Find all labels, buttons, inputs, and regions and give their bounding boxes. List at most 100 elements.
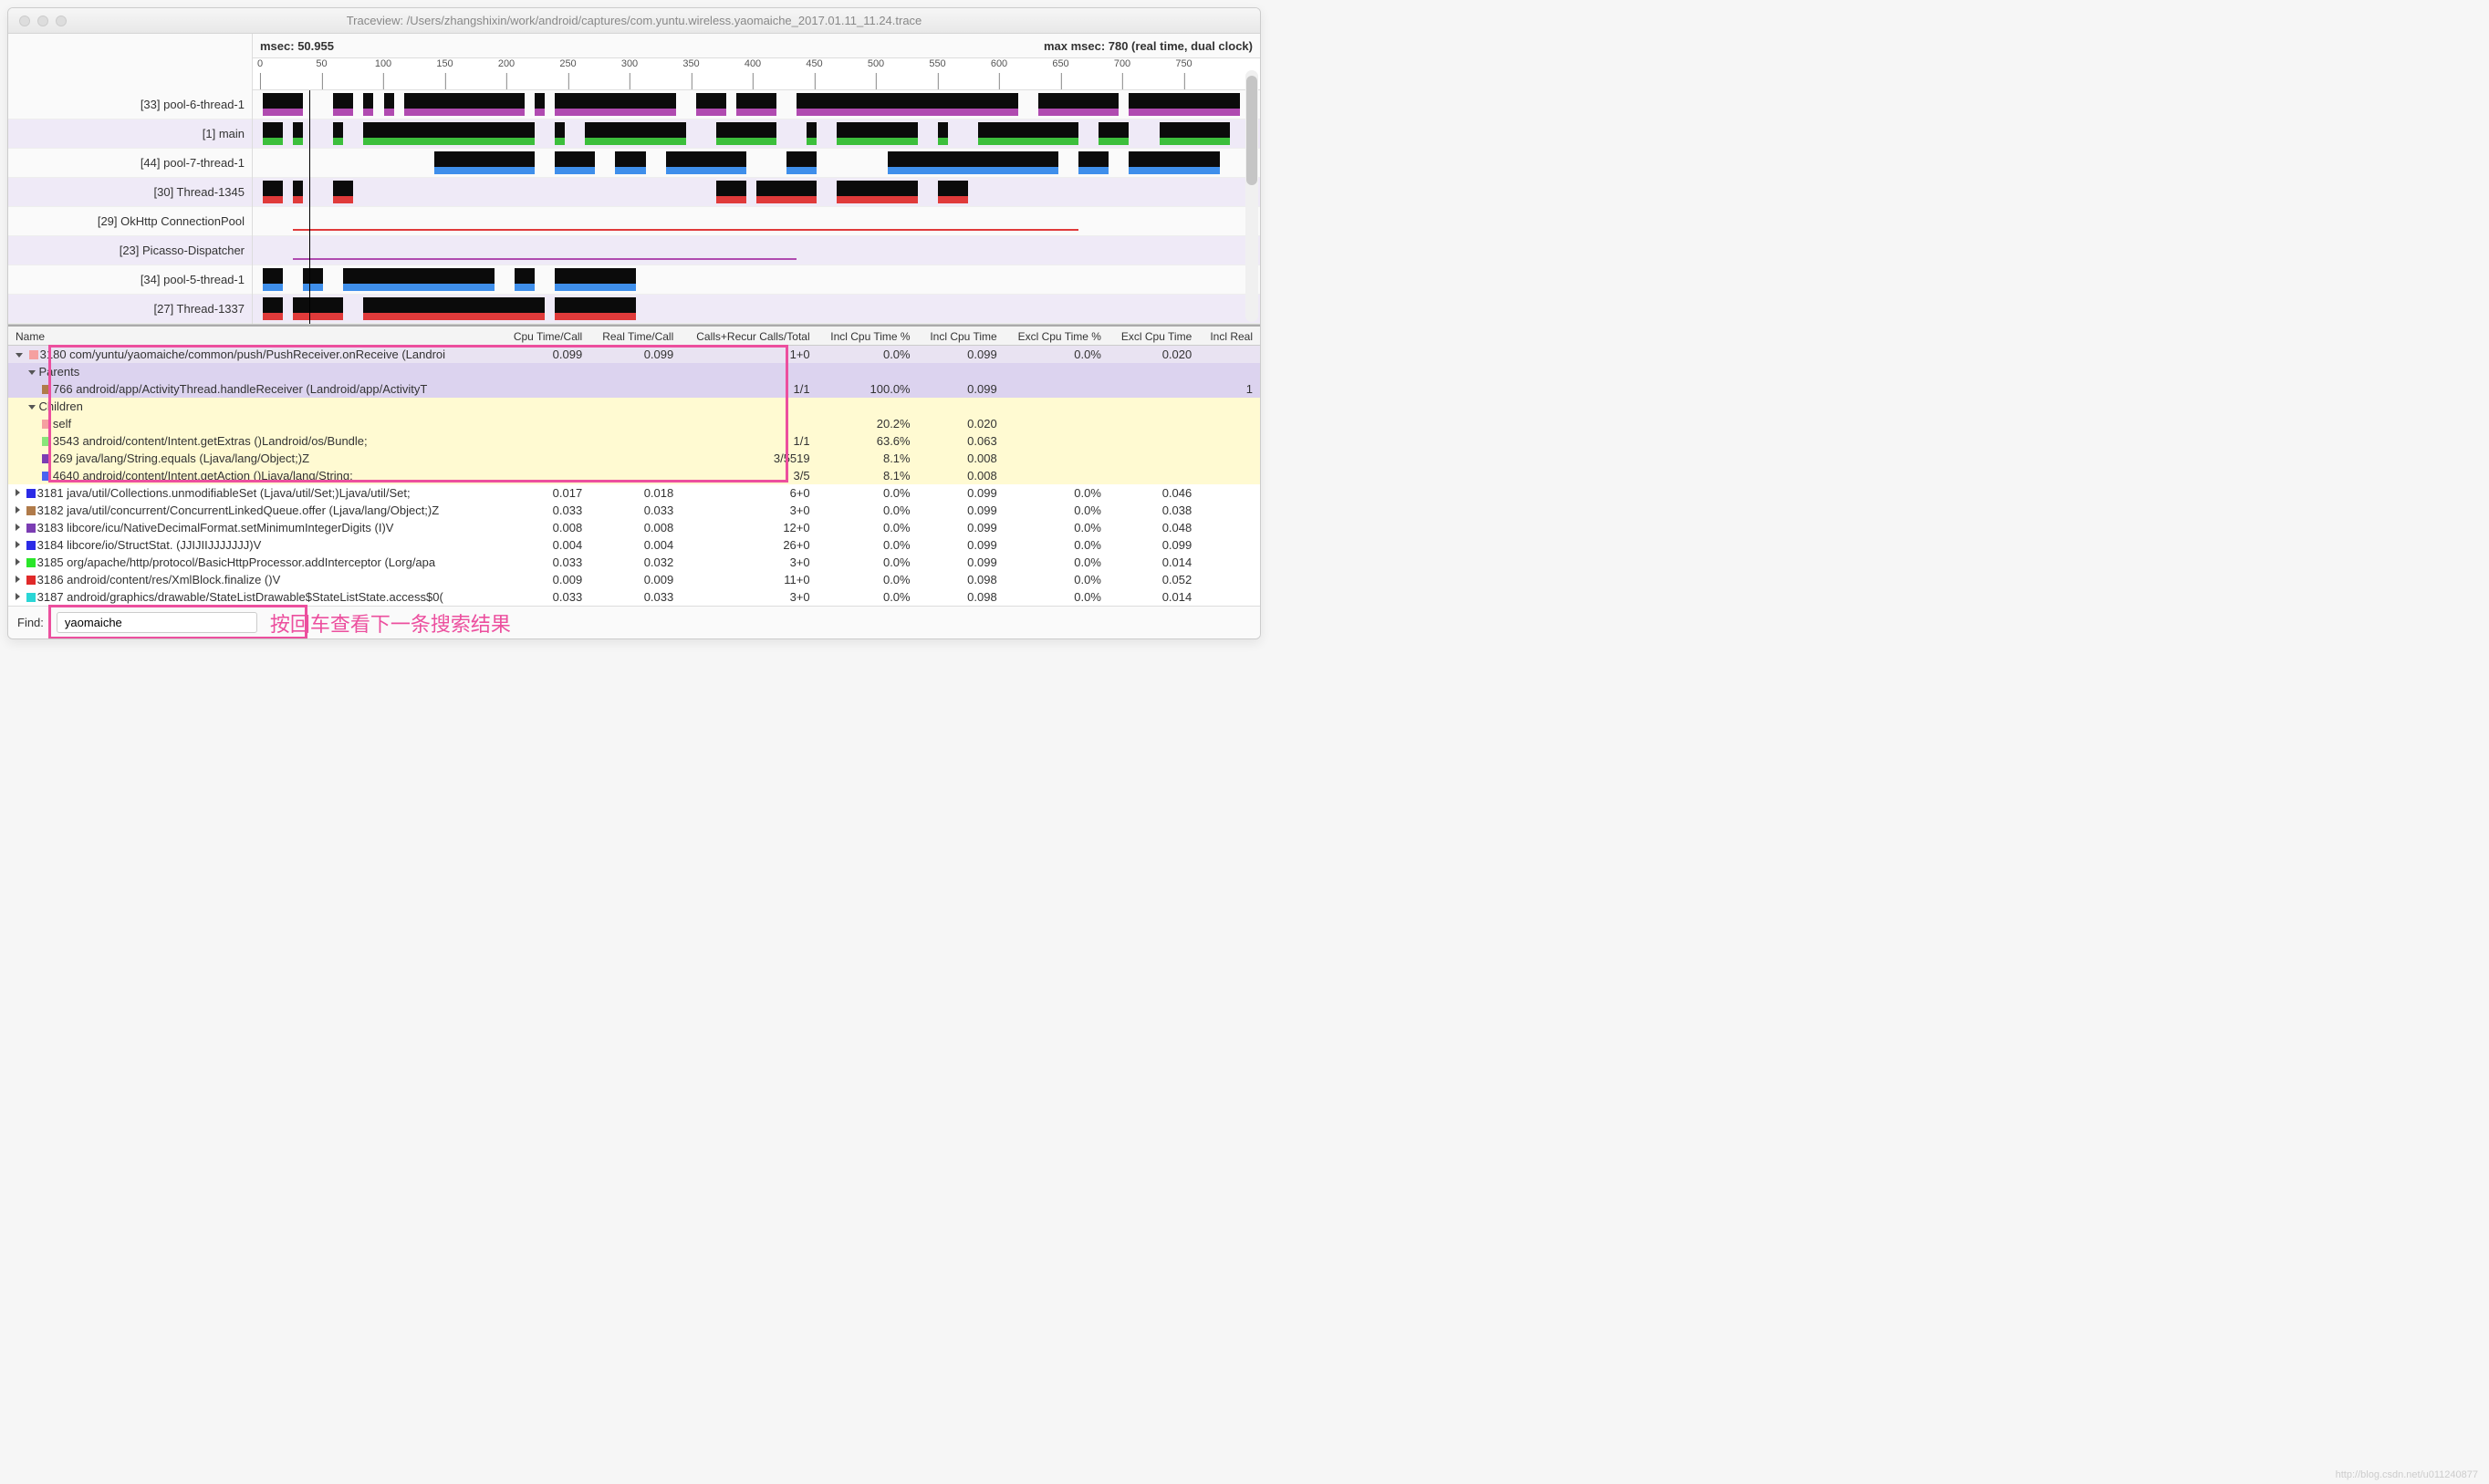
column-header[interactable]: Calls+Recur Calls/Total: [681, 327, 817, 346]
scrollbar-thumb[interactable]: [1246, 76, 1257, 185]
thread-label-column: [33] pool-6-thread-1[1] main[44] pool-7-…: [8, 34, 253, 324]
trace-bar-detail: [333, 196, 353, 203]
thread-label[interactable]: [29] OkHttp ConnectionPool: [8, 207, 252, 236]
table-row[interactable]: 3543 android/content/Intent.getExtras ()…: [8, 432, 1260, 450]
table-row[interactable]: 3182 java/util/concurrent/ConcurrentLink…: [8, 502, 1260, 519]
trace-bar-detail: [1160, 138, 1230, 145]
max-msec-readout: max msec: 780 (real time, dual clock): [1044, 39, 1253, 53]
trace-bar-detail: [343, 284, 495, 291]
table-row[interactable]: 766 android/app/ActivityThread.handleRec…: [8, 380, 1260, 398]
table-row[interactable]: 3186 android/content/res/XmlBlock.finali…: [8, 571, 1260, 588]
table-row[interactable]: 3184 libcore/io/StructStat. (JJIJIIJJJJJ…: [8, 536, 1260, 554]
ruler-tick: 300: [621, 58, 638, 69]
ruler-tick: 700: [1114, 58, 1130, 69]
trace-bar-detail: [263, 284, 283, 291]
ruler-tick: 350: [682, 58, 699, 69]
find-bar: Find: 按回车查看下一条搜索结果: [8, 606, 1260, 638]
column-header[interactable]: Excl Cpu Time %: [1005, 327, 1109, 346]
trace-bar-detail: [555, 138, 565, 145]
column-header[interactable]: Real Time/Call: [589, 327, 681, 346]
timeline-scrollbar[interactable]: [1245, 70, 1258, 322]
timeline-row[interactable]: [253, 236, 1260, 265]
trace-bar-detail: [1129, 167, 1219, 174]
find-caption: 按回车查看下一条搜索结果: [270, 608, 511, 638]
timeline-row[interactable]: [253, 178, 1260, 207]
time-cursor[interactable]: [309, 90, 310, 324]
chevron-right-icon: [16, 524, 20, 531]
table-row[interactable]: 3181 java/util/Collections.unmodifiableS…: [8, 484, 1260, 502]
traceview-window: Traceview: /Users/zhangshixin/work/andro…: [7, 7, 1261, 639]
trace-bar-detail: [756, 196, 817, 203]
trace-bar-detail: [333, 109, 353, 116]
table-row[interactable]: self20.2%0.020: [8, 415, 1260, 432]
table-row[interactable]: 3185 org/apache/http/protocol/BasicHttpP…: [8, 554, 1260, 571]
timeline-row[interactable]: [253, 295, 1260, 324]
timeline-row[interactable]: [253, 119, 1260, 149]
column-header[interactable]: Cpu Time/Call: [501, 327, 589, 346]
trace-bar-detail: [696, 109, 726, 116]
column-header[interactable]: Name: [8, 327, 501, 346]
trace-bar-detail: [555, 167, 595, 174]
trace-bar-detail: [716, 138, 776, 145]
ruler-tick: 50: [316, 58, 327, 69]
ruler-tick: 650: [1052, 58, 1068, 69]
trace-bar-detail: [555, 313, 635, 320]
table-header-row[interactable]: NameCpu Time/CallReal Time/CallCalls+Rec…: [8, 327, 1260, 346]
trace-bar-detail: [807, 138, 817, 145]
window-controls: [19, 16, 67, 26]
thread-label[interactable]: [27] Thread-1337: [8, 295, 252, 324]
trace-bar-detail: [978, 138, 1078, 145]
table-row[interactable]: Parents: [8, 363, 1260, 380]
trace-bar-detail: [384, 109, 394, 116]
thread-label[interactable]: [34] pool-5-thread-1: [8, 265, 252, 295]
chevron-down-icon: [28, 405, 36, 410]
timeline-row[interactable]: [253, 265, 1260, 295]
zoom-icon[interactable]: [56, 16, 67, 26]
trace-bar-detail: [303, 284, 323, 291]
trace-bar-detail: [888, 167, 1059, 174]
trace-bar-detail: [786, 167, 817, 174]
chevron-right-icon: [16, 489, 20, 496]
trace-bar-detail: [363, 313, 545, 320]
trace-bar-detail: [1038, 109, 1119, 116]
table-row[interactable]: Children: [8, 398, 1260, 415]
trace-bar-detail: [736, 109, 776, 116]
find-label: Find:: [17, 616, 44, 629]
trace-bar-detail: [1078, 167, 1109, 174]
table-row[interactable]: 3183 libcore/icu/NativeDecimalFormat.set…: [8, 519, 1260, 536]
thread-label[interactable]: [30] Thread-1345: [8, 178, 252, 207]
chevron-right-icon: [16, 541, 20, 548]
timeline-row[interactable]: [253, 149, 1260, 178]
trace-bar-detail: [797, 109, 1018, 116]
chevron-down-icon: [28, 370, 36, 375]
close-icon[interactable]: [19, 16, 30, 26]
trace-bar-detail: [363, 138, 535, 145]
column-header[interactable]: Incl Cpu Time %: [818, 327, 918, 346]
timeline-row[interactable]: [253, 90, 1260, 119]
column-header[interactable]: Excl Cpu Time: [1109, 327, 1199, 346]
trace-bar-detail: [293, 196, 303, 203]
trace-bar-detail: [837, 138, 917, 145]
thread-label[interactable]: [33] pool-6-thread-1: [8, 90, 252, 119]
table-row[interactable]: 3187 android/graphics/drawable/StateList…: [8, 588, 1260, 606]
time-ruler[interactable]: 0501001502002503003504004505005506006507…: [253, 57, 1260, 90]
table-row[interactable]: 4640 android/content/Intent.getAction ()…: [8, 467, 1260, 484]
ruler-tick: 550: [929, 58, 945, 69]
table-row[interactable]: 269 java/lang/String.equals (Ljava/lang/…: [8, 450, 1260, 467]
thread-label[interactable]: [23] Picasso-Dispatcher: [8, 236, 252, 265]
titlebar[interactable]: Traceview: /Users/zhangshixin/work/andro…: [8, 8, 1260, 34]
timeline-row[interactable]: [253, 207, 1260, 236]
column-header[interactable]: Incl Cpu Time: [918, 327, 1005, 346]
minimize-icon[interactable]: [37, 16, 48, 26]
table-row[interactable]: 3180 com/yuntu/yaomaiche/common/push/Pus…: [8, 346, 1260, 364]
thread-label[interactable]: [1] main: [8, 119, 252, 149]
watermark: http://blog.csdn.net/u011240877: [2336, 1469, 2478, 1480]
trace-bar-detail: [938, 196, 968, 203]
column-header[interactable]: Incl Real: [1199, 327, 1260, 346]
chevron-right-icon: [16, 558, 20, 566]
find-input[interactable]: [57, 612, 257, 633]
thread-label[interactable]: [44] pool-7-thread-1: [8, 149, 252, 178]
trace-bar-detail: [1099, 138, 1129, 145]
ruler-tick: 0: [257, 58, 263, 69]
timeline-viewport[interactable]: msec: 50.955 max msec: 780 (real time, d…: [253, 34, 1260, 324]
